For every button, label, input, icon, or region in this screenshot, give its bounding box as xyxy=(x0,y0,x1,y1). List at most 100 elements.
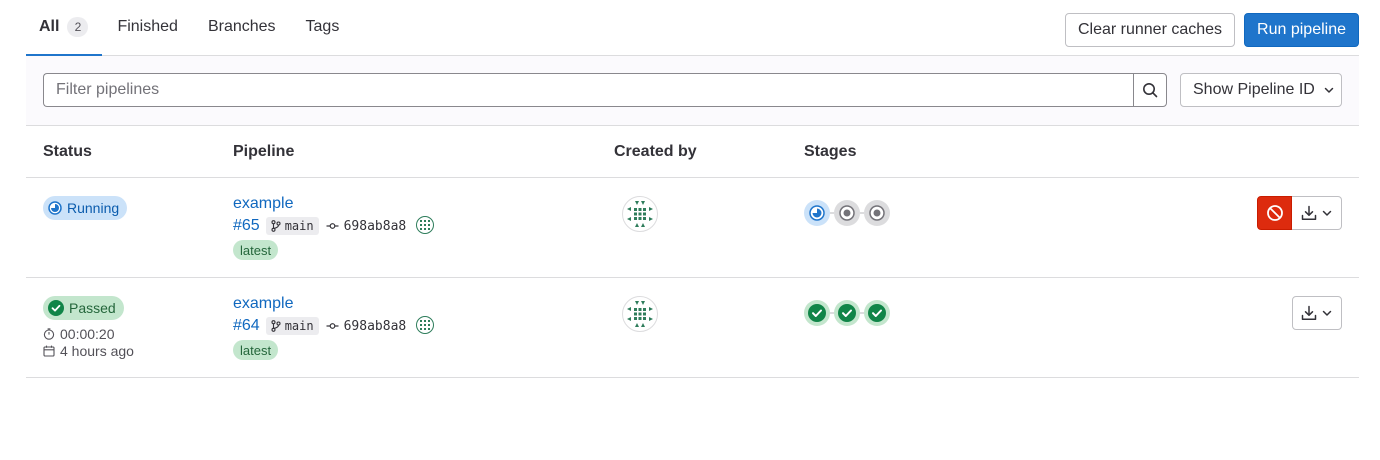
status-badge[interactable]: Running xyxy=(43,196,128,220)
tab-finished[interactable]: Finished xyxy=(102,0,192,56)
actions-cell xyxy=(1257,196,1342,230)
run-pipeline-button[interactable]: Run pipeline xyxy=(1244,13,1359,47)
search-icon xyxy=(1143,83,1158,98)
status-success-icon xyxy=(48,300,64,316)
pipeline-id-dropdown-label: Show Pipeline ID xyxy=(1193,81,1315,98)
search-button[interactable] xyxy=(1133,73,1167,107)
pipeline-name-link[interactable]: example xyxy=(233,294,434,314)
stage-created[interactable] xyxy=(864,200,890,226)
identicon-icon xyxy=(416,215,435,234)
branch-ref[interactable]: main xyxy=(265,217,319,235)
pipelines-page: All 2 Finished Branches Tags Clear runne… xyxy=(26,0,1359,378)
pipeline-meta: #64 main 698ab8a8 xyxy=(233,315,435,337)
chevron-down-icon xyxy=(1322,210,1331,216)
stage-running[interactable] xyxy=(804,200,830,226)
commit-sha[interactable]: 698ab8a8 xyxy=(326,218,407,234)
branch-ref[interactable]: main xyxy=(265,317,319,335)
status-badge[interactable]: Passed xyxy=(43,296,124,320)
commit-icon xyxy=(326,223,339,229)
stage-success[interactable] xyxy=(834,300,860,326)
status-success-icon xyxy=(808,304,826,322)
tab-all-label: All xyxy=(39,18,60,35)
status-label: Passed xyxy=(69,300,116,316)
table-header: Status Pipeline Created by Stages xyxy=(26,126,1359,178)
pipeline-id-link[interactable]: #64 xyxy=(233,317,260,335)
filter-pipelines-input[interactable] xyxy=(56,81,1135,99)
status-success-icon xyxy=(838,304,856,322)
commit-sha[interactable]: 698ab8a8 xyxy=(326,318,407,334)
filter-bar: Show Pipeline ID xyxy=(26,56,1359,126)
pipeline-duration: 00:00:20 xyxy=(43,326,134,342)
finished-time-text: 4 hours ago xyxy=(60,343,134,359)
stage-success[interactable] xyxy=(864,300,890,326)
status-running-icon xyxy=(809,205,825,221)
branch-name: main xyxy=(284,319,314,333)
status-label: Running xyxy=(67,200,120,216)
latest-tag: latest xyxy=(233,240,279,260)
top-bar: All 2 Finished Branches Tags Clear runne… xyxy=(26,0,1359,56)
chevron-down-icon xyxy=(1324,87,1334,93)
top-actions: Clear runner caches Run pipeline xyxy=(1064,13,1359,47)
stage-list xyxy=(804,300,890,326)
commit-author-avatar[interactable] xyxy=(416,215,435,237)
stages-cell xyxy=(804,200,890,226)
commit-author-avatar[interactable] xyxy=(416,315,435,337)
stage-created[interactable] xyxy=(834,200,860,226)
status-created-icon xyxy=(839,205,855,221)
tab-all-count: 2 xyxy=(67,17,89,37)
pipeline-finished-time: 4 hours ago xyxy=(43,343,134,359)
table-row: Running example #65 main 698ab8a8 latest xyxy=(26,178,1359,278)
tab-branches-label: Branches xyxy=(207,18,276,35)
clear-runner-caches-button[interactable]: Clear runner caches xyxy=(1064,13,1236,47)
pipeline-meta: #65 main 698ab8a8 xyxy=(233,215,435,237)
pipeline-name-link[interactable]: example xyxy=(233,194,434,214)
chevron-down-icon xyxy=(1322,310,1332,316)
pipeline-cell: example #64 main 698ab8a8 latest xyxy=(233,294,435,360)
commit-sha-text: 698ab8a8 xyxy=(343,318,407,334)
branch-icon xyxy=(271,320,281,332)
tab-tags-label: Tags xyxy=(305,18,340,35)
download-artifacts-button[interactable] xyxy=(1292,196,1342,230)
download-artifacts-button[interactable] xyxy=(1292,296,1342,330)
header-status: Status xyxy=(43,143,92,160)
tab-branches[interactable]: Branches xyxy=(193,0,291,56)
created-by-cell xyxy=(622,196,658,235)
user-avatar-icon[interactable] xyxy=(622,296,658,332)
latest-tag: latest xyxy=(233,340,279,360)
header-pipeline: Pipeline xyxy=(233,143,295,160)
table-row: Passed 00:00:20 4 hours ago example #64 … xyxy=(26,278,1359,378)
branch-name: main xyxy=(284,219,314,233)
status-success-icon xyxy=(868,304,886,322)
stage-list xyxy=(804,200,890,226)
stages-cell xyxy=(804,300,890,326)
cancel-icon xyxy=(1266,205,1283,221)
status-cell: Running xyxy=(43,196,128,220)
tab-tags[interactable]: Tags xyxy=(291,0,355,56)
duration-text: 00:00:20 xyxy=(60,326,115,342)
calendar-icon xyxy=(43,345,55,357)
status-cell: Passed 00:00:20 4 hours ago xyxy=(43,296,134,359)
commit-sha-text: 698ab8a8 xyxy=(343,218,407,234)
tab-finished-label: Finished xyxy=(117,18,178,35)
actions-cell xyxy=(1292,296,1342,330)
branch-icon xyxy=(271,220,281,232)
action-group xyxy=(1257,196,1342,230)
download-icon xyxy=(1301,205,1316,221)
pipeline-cell: example #65 main 698ab8a8 latest xyxy=(233,194,435,260)
filter-input-wrapper xyxy=(43,73,1135,107)
status-created-icon xyxy=(869,205,885,221)
commit-icon xyxy=(326,323,339,329)
pipeline-id-link[interactable]: #65 xyxy=(233,217,260,235)
pipeline-id-dropdown[interactable]: Show Pipeline ID xyxy=(1180,73,1342,107)
header-created-by: Created by xyxy=(614,143,697,160)
cancel-pipeline-button[interactable] xyxy=(1257,196,1292,230)
identicon-icon xyxy=(416,315,435,334)
stage-success[interactable] xyxy=(804,300,830,326)
created-by-cell xyxy=(622,296,658,335)
pipeline-tabs: All 2 Finished Branches Tags xyxy=(26,0,354,56)
header-stages: Stages xyxy=(804,143,857,160)
timer-icon xyxy=(43,328,55,340)
user-avatar-icon[interactable] xyxy=(622,196,658,232)
tab-all[interactable]: All 2 xyxy=(26,0,103,56)
status-running-icon xyxy=(48,201,62,215)
